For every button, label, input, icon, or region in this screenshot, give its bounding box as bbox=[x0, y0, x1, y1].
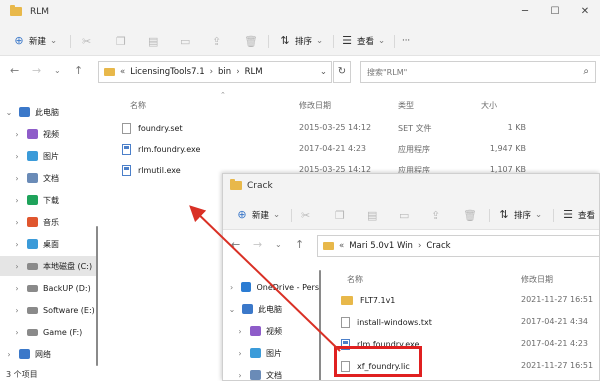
annotation-arrow bbox=[189, 205, 341, 352]
